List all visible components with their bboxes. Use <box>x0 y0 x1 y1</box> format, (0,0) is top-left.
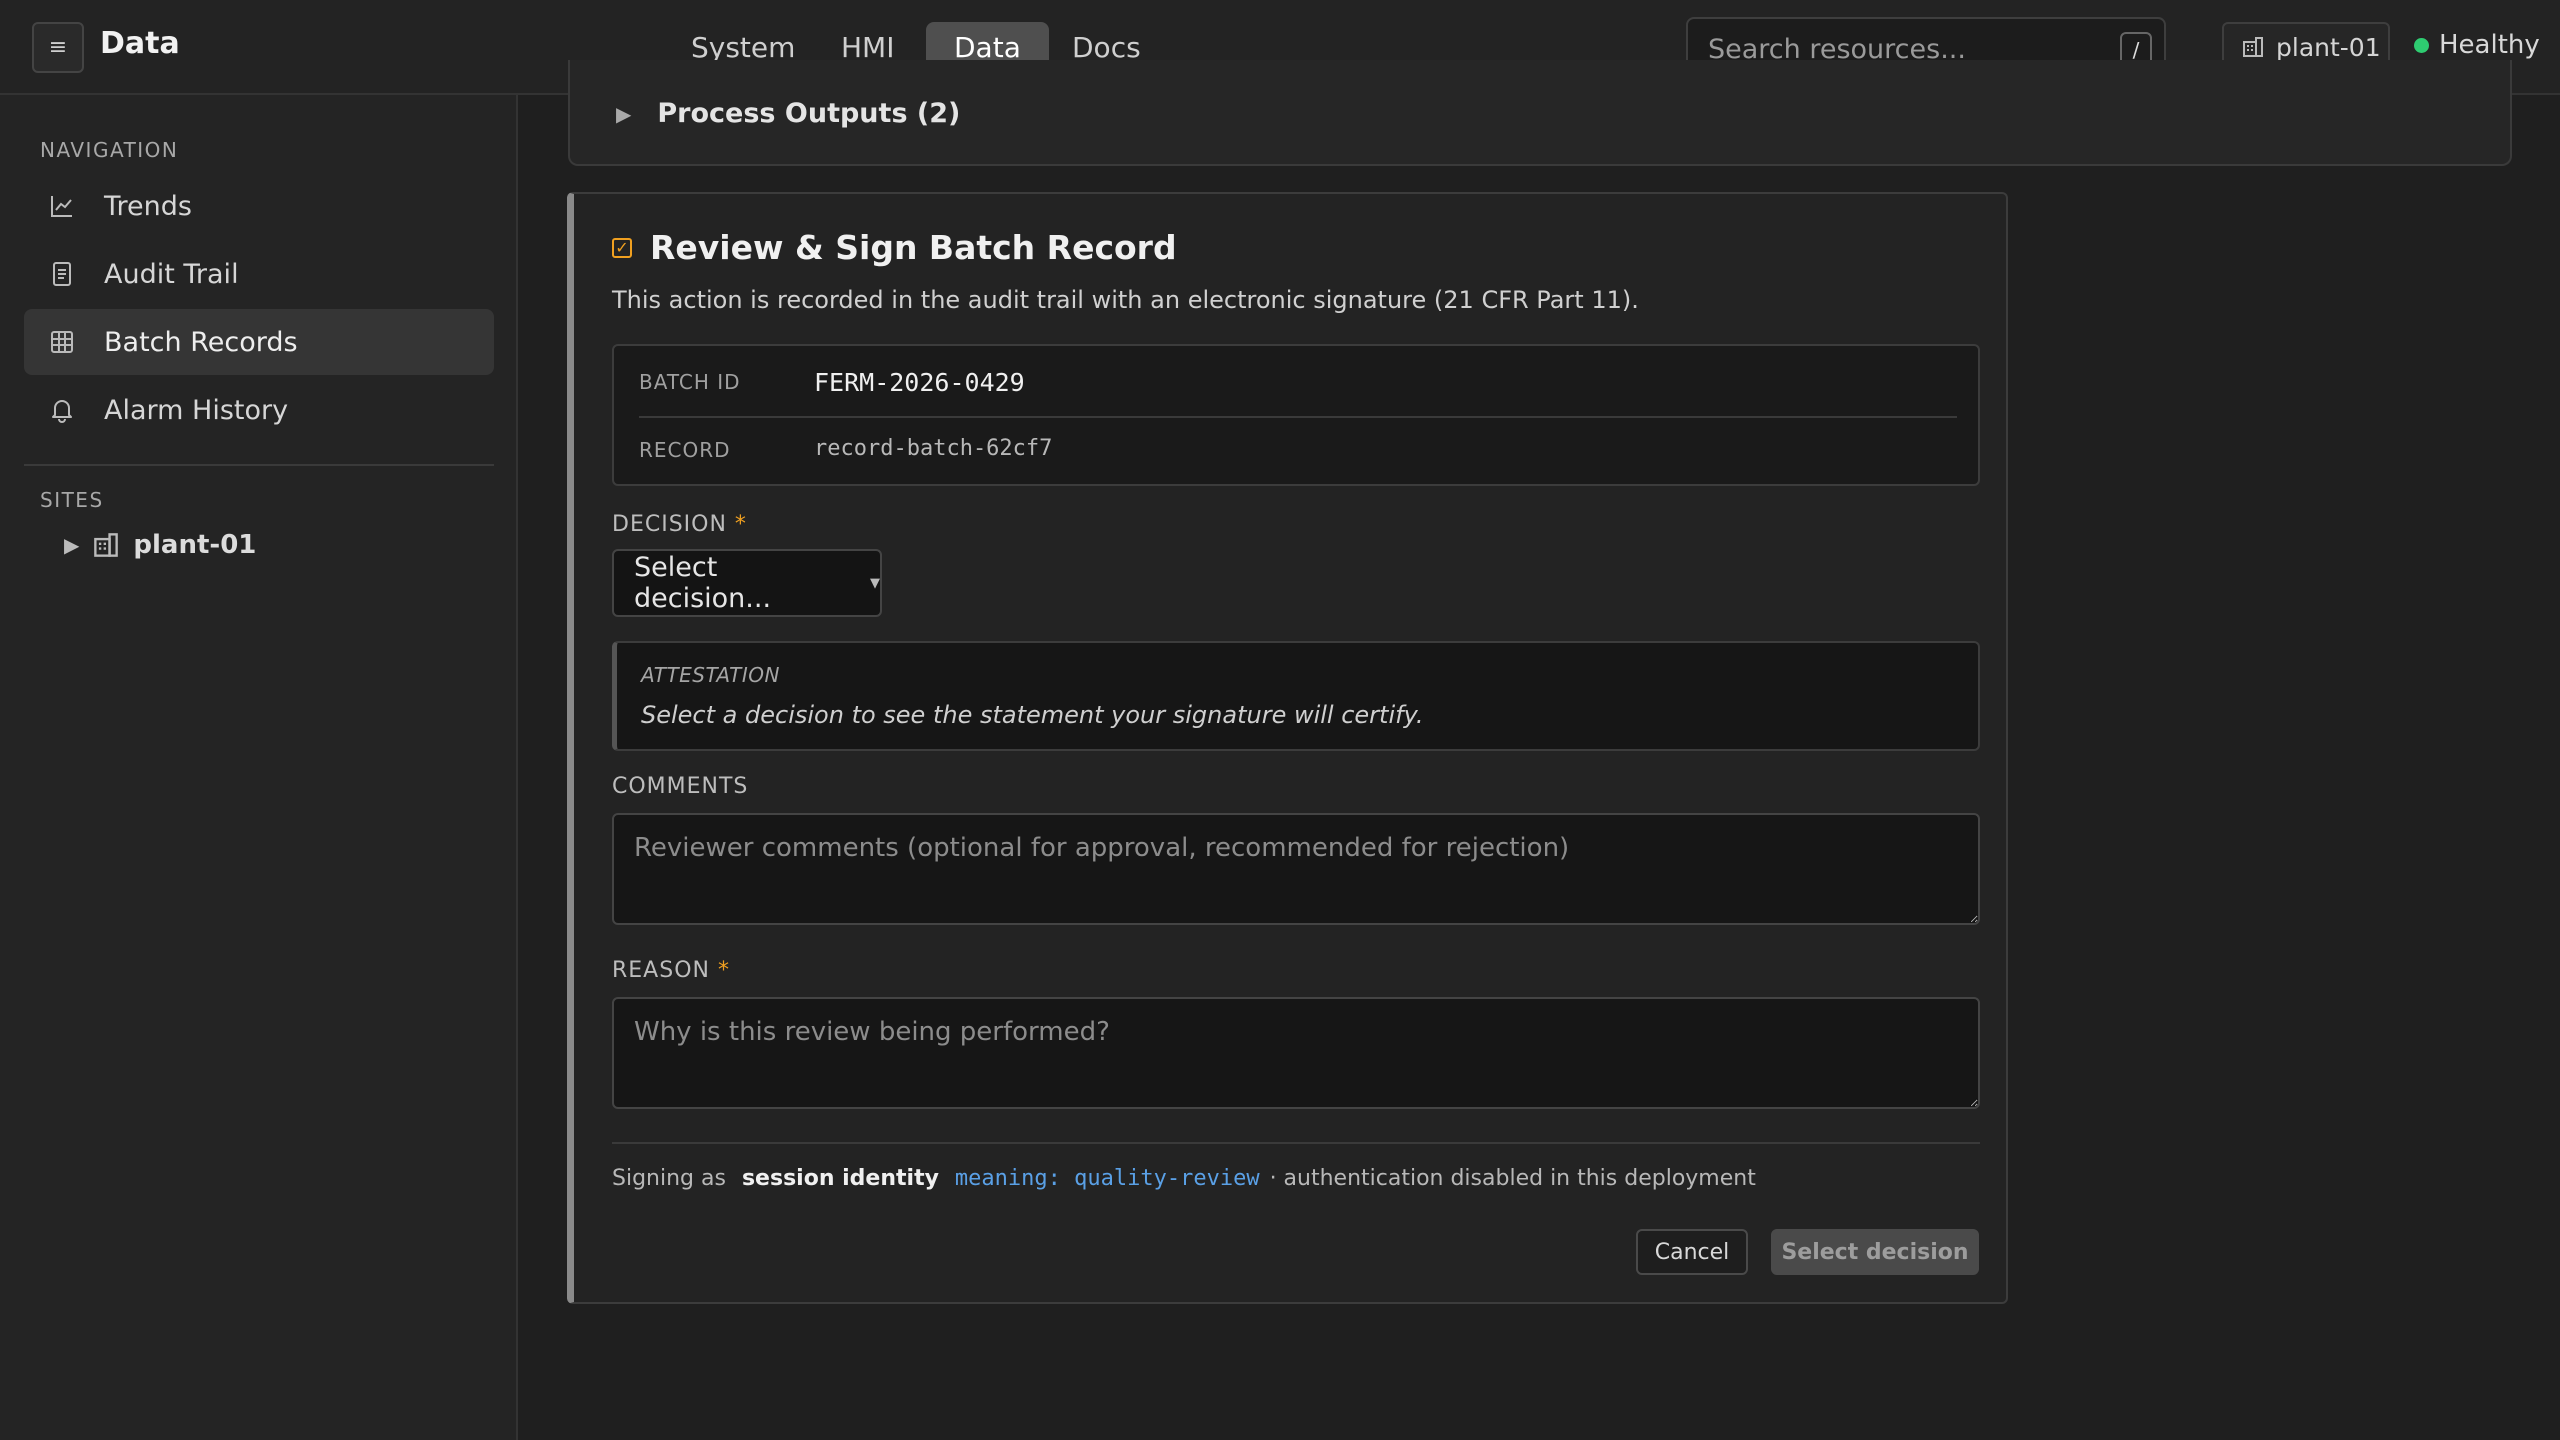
record-label: RECORD <box>639 438 731 462</box>
chart-line-icon <box>48 192 76 220</box>
card-title: ✓ Review & Sign Batch Record <box>612 228 1177 267</box>
sidebar-item-label: Audit Trail <box>104 258 239 290</box>
sidebar-item-label: Batch Records <box>104 326 298 358</box>
signing-identity: session identity <box>741 1166 939 1191</box>
site-label: plant-01 <box>2276 32 2381 62</box>
hamburger-icon[interactable]: ≡ <box>32 22 84 73</box>
attestation-box: ATTESTATION Select a decision to see the… <box>612 641 1980 751</box>
expand-arrow-icon: ▶ <box>616 101 632 126</box>
nav-heading: NAVIGATION <box>40 138 179 162</box>
sidebar-item-label: Alarm History <box>104 394 289 426</box>
reason-label: REASON * <box>612 958 730 983</box>
sidebar-item-audit-trail[interactable]: Audit Trail <box>24 241 494 307</box>
signing-prefix: Signing as <box>612 1166 726 1191</box>
required-mark: * <box>717 958 730 983</box>
submit-decision-button[interactable]: Select decision <box>1771 1229 1979 1275</box>
batch-info-box: BATCH ID FERM-2026-0429 RECORD record-ba… <box>612 344 1980 486</box>
process-outputs-section: ▶ Process Outputs (2) <box>568 60 2512 166</box>
status-label: Healthy <box>2439 30 2540 60</box>
building-icon <box>94 533 119 557</box>
sidebar-item-alarm-history[interactable]: Alarm History <box>24 377 494 443</box>
signing-note: · authentication disabled in this deploy… <box>1269 1166 1756 1191</box>
signing-meaning: meaning: quality-review <box>954 1166 1260 1191</box>
sidebar: NAVIGATION Trends Audit Trail Batch Reco… <box>0 95 518 1440</box>
decision-label: DECISION * <box>612 512 747 537</box>
sites-heading: SITES <box>40 488 104 512</box>
expand-arrow-icon[interactable]: ▶ <box>64 533 79 557</box>
info-divider <box>639 416 1957 418</box>
document-icon <box>48 260 76 288</box>
attestation-text: Select a decision to see the statement y… <box>641 701 1424 729</box>
app-title: Data <box>100 26 180 61</box>
reason-label-text: REASON <box>612 958 710 983</box>
process-outputs-toggle[interactable]: ▶ Process Outputs (2) <box>616 98 960 129</box>
sidebar-item-batch-records[interactable]: Batch Records <box>24 309 494 375</box>
comments-field[interactable] <box>612 813 1980 925</box>
bell-icon <box>48 396 76 424</box>
tree-item-plant-01[interactable]: ▶ plant-01 <box>64 530 256 560</box>
card-description: This action is recorded in the audit tra… <box>612 286 1639 314</box>
card-title-text: Review & Sign Batch Record <box>650 228 1177 267</box>
process-outputs-label: Process Outputs (2) <box>657 98 961 129</box>
tree-item-label: plant-01 <box>133 530 257 560</box>
record-value: record-batch-62cf7 <box>814 436 1053 461</box>
footer-divider <box>612 1142 1980 1144</box>
review-sign-card: ✓ Review & Sign Batch Record This action… <box>567 192 2008 1304</box>
batch-id-label: BATCH ID <box>639 370 741 394</box>
required-mark: * <box>734 512 747 537</box>
decision-label-text: DECISION <box>612 512 727 537</box>
checkbox-icon: ✓ <box>612 237 632 258</box>
batch-id-value: FERM-2026-0429 <box>814 368 1025 397</box>
chevron-down-icon: ▼ <box>870 575 880 591</box>
sidebar-divider <box>24 464 494 466</box>
health-status: Healthy <box>2414 30 2540 60</box>
sidebar-item-trends[interactable]: Trends <box>24 173 494 239</box>
decision-select-value: Select decision... <box>634 552 772 614</box>
attestation-label: ATTESTATION <box>641 663 780 687</box>
comments-label: COMMENTS <box>612 774 749 799</box>
reason-field[interactable] <box>612 997 1980 1109</box>
cancel-button[interactable]: Cancel <box>1636 1229 1748 1275</box>
signing-info: Signing as session identity meaning: qua… <box>612 1166 1756 1191</box>
building-icon <box>2243 37 2263 57</box>
status-dot <box>2414 37 2429 53</box>
sidebar-item-label: Trends <box>104 190 192 222</box>
table-icon <box>48 328 76 356</box>
decision-select[interactable]: Select decision... ▼ <box>612 549 882 617</box>
